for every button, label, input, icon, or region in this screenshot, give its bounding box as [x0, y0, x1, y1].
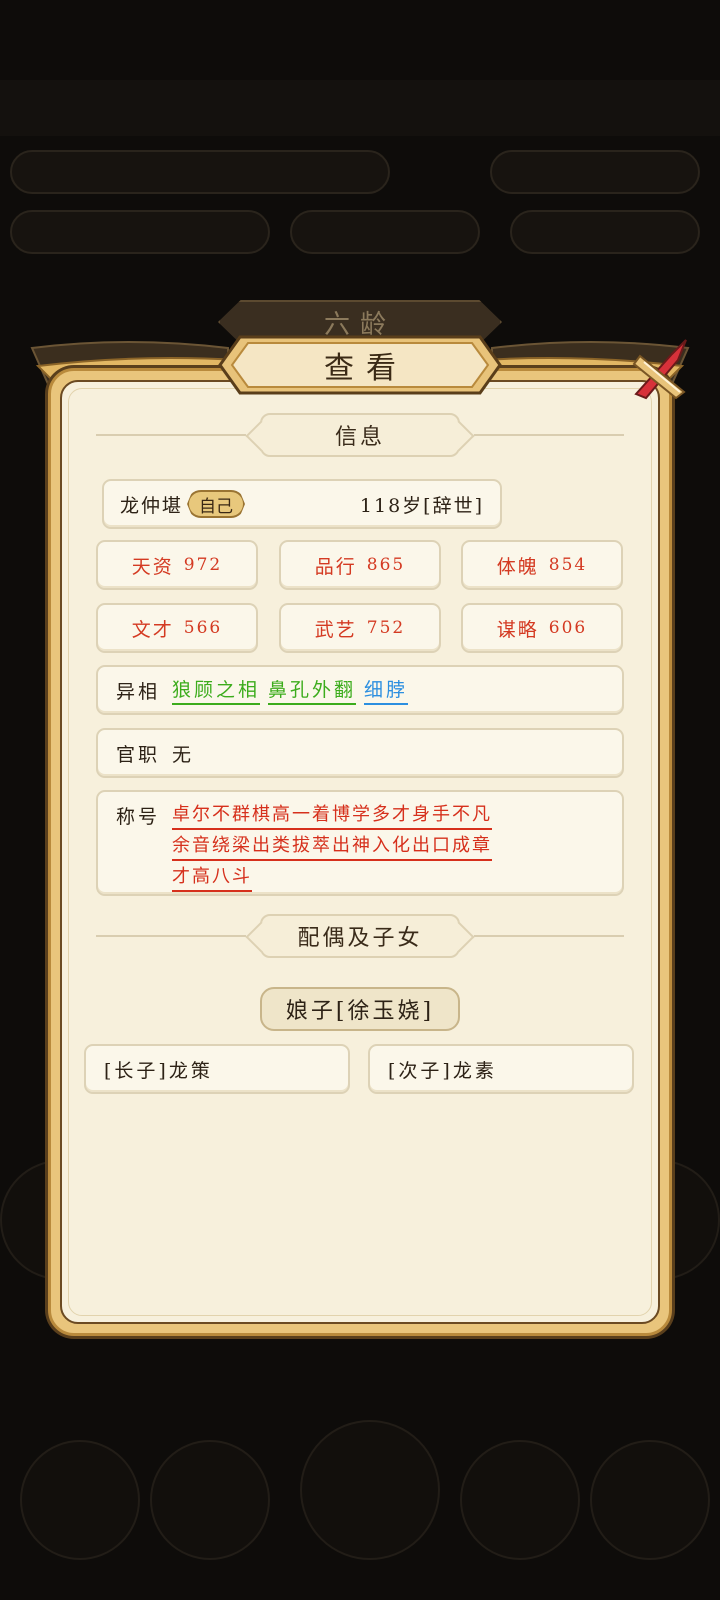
spouse-label[interactable]: 娘子[徐玉娆] — [260, 987, 460, 1031]
family-header-label: 配偶及子女 — [260, 914, 460, 958]
info-header-label: 信息 — [260, 413, 460, 457]
background-nav-icon — [150, 1440, 270, 1560]
character-name-card: 龙仲堪 自己 118岁[辞世] — [102, 479, 502, 529]
office-label: 官职 — [116, 743, 161, 766]
trait-item[interactable]: 鼻孔外翻 — [268, 675, 357, 705]
title-line: 才高八斗 — [172, 864, 253, 892]
stat-label: 天资 — [131, 555, 174, 578]
stat-value: 972 — [183, 555, 223, 575]
character-name: 龙仲堪 — [120, 494, 184, 517]
stat-label: 谋略 — [496, 618, 539, 641]
child-card-eldest[interactable]: [长子]龙策 — [84, 1044, 350, 1094]
office-row: 官职 无 — [96, 728, 624, 778]
stat-card-strategy: 谋略 606 — [461, 603, 623, 653]
background-info-pill — [290, 210, 480, 254]
background-info-pill — [510, 210, 700, 254]
appearance-row: 异相 狼顾之相 鼻孔外翻 细脖 — [96, 665, 624, 715]
stat-card-physique: 体魄 854 — [461, 540, 623, 590]
dialog-title: 查看 — [324, 351, 408, 386]
background-nav-icon — [590, 1440, 710, 1560]
trait-item[interactable]: 狼顾之相 — [172, 675, 261, 705]
child-name: [次子]龙素 — [388, 1059, 497, 1082]
header-divider — [96, 935, 246, 937]
background-resource-bar — [10, 150, 390, 194]
close-x-icon[interactable] — [632, 336, 690, 400]
child-name: [长子]龙策 — [104, 1059, 213, 1082]
stat-label: 武艺 — [314, 618, 357, 641]
stat-value: 752 — [366, 618, 406, 638]
stat-label: 文才 — [131, 618, 174, 641]
background-nav-icon — [20, 1440, 140, 1560]
background-nav-icon — [460, 1440, 580, 1560]
family-section-header: 配偶及子女 — [96, 914, 624, 958]
appearance-label: 异相 — [116, 680, 161, 703]
stat-card-conduct: 品行 865 — [279, 540, 441, 590]
info-section-header: 信息 — [96, 413, 624, 457]
trait-item[interactable]: 细脖 — [364, 675, 409, 705]
header-divider — [474, 434, 624, 436]
titles-list: 卓尔不群棋高一着博学多才身手不凡 余音绕梁出类拔萃出神入化出口成章 才高八斗 — [172, 802, 493, 895]
stat-card-martial: 武艺 752 — [279, 603, 441, 653]
background-top-bar — [0, 80, 720, 136]
stat-card-literary: 文才 566 — [96, 603, 258, 653]
titles-row: 称号 卓尔不群棋高一着博学多才身手不凡 余音绕梁出类拔萃出神入化出口成章 才高八… — [96, 790, 624, 896]
stat-value: 854 — [548, 555, 588, 575]
title-line: 卓尔不群棋高一着博学多才身手不凡 — [172, 802, 493, 830]
stat-card-talent: 天资 972 — [96, 540, 258, 590]
child-card-second[interactable]: [次子]龙素 — [368, 1044, 634, 1094]
stat-value: 606 — [548, 618, 588, 638]
header-divider — [474, 935, 624, 937]
background-info-pill — [10, 210, 270, 254]
background-nav-icon — [300, 1420, 440, 1560]
stat-value: 865 — [366, 555, 406, 575]
stat-label: 体魄 — [496, 555, 539, 578]
self-badge: 自己 — [187, 490, 246, 518]
character-age-status: 118岁[辞世] — [359, 494, 484, 517]
background-currency-bar — [490, 150, 700, 194]
header-divider — [96, 434, 246, 436]
title-line: 余音绕梁出类拔萃出神入化出口成章 — [172, 833, 493, 861]
titles-label: 称号 — [116, 806, 161, 828]
stat-value: 566 — [183, 618, 223, 638]
office-value: 无 — [172, 743, 192, 766]
stat-label: 品行 — [314, 555, 357, 578]
